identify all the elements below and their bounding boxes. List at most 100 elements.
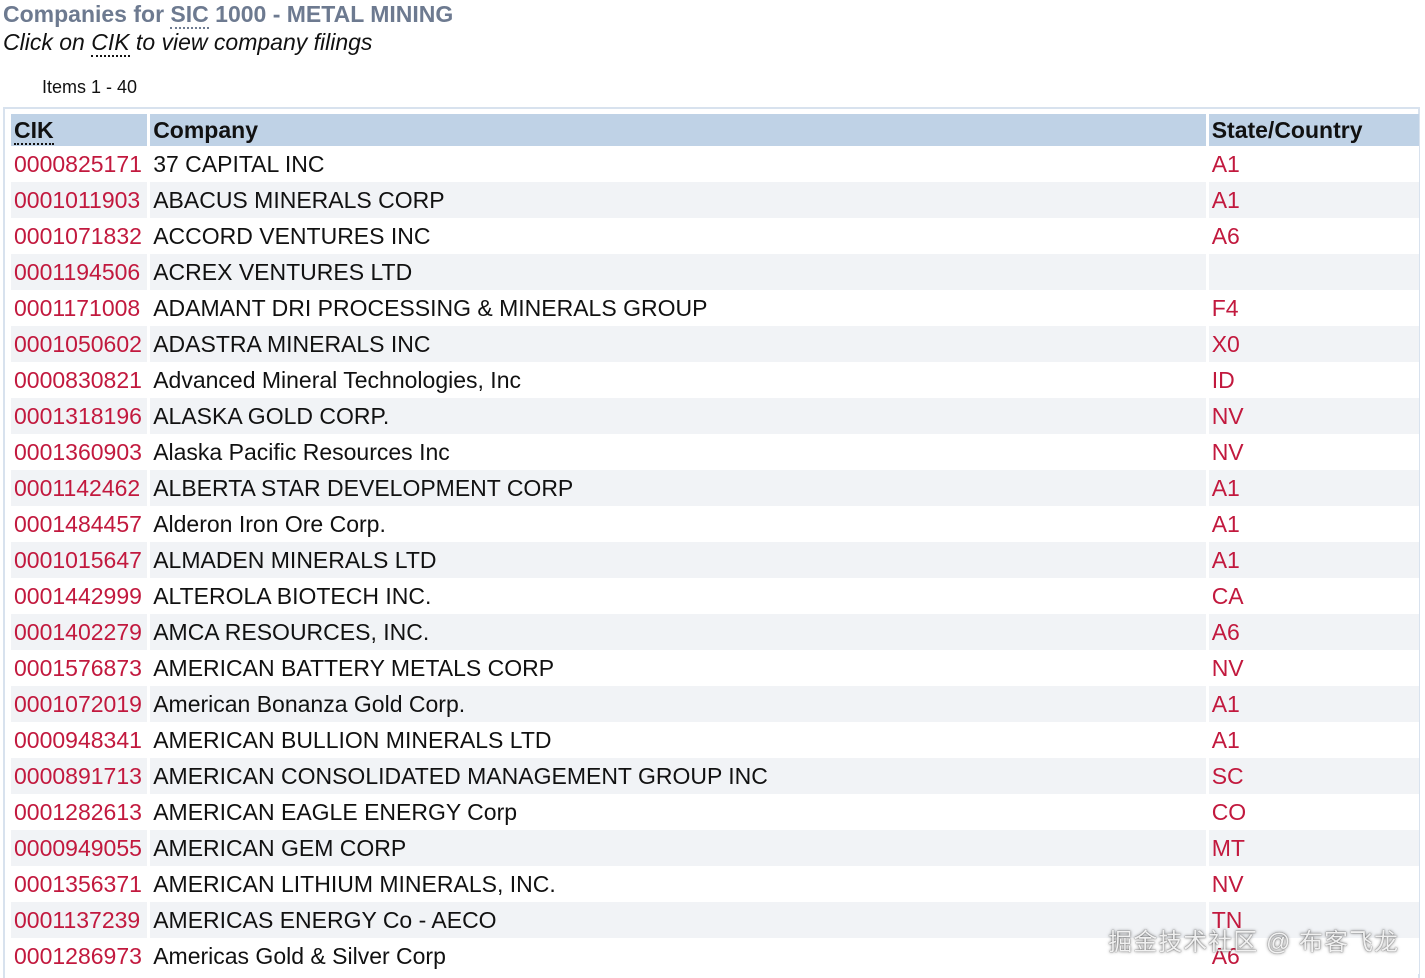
- table-row: 0001071832 ACCORD VENTURES INC A6: [11, 218, 1419, 254]
- cik-cell: 0001484457: [11, 506, 148, 542]
- cik-link[interactable]: 0001050602: [14, 331, 142, 357]
- cik-link[interactable]: 0001576873: [14, 655, 142, 681]
- watermark: 掘金技术社区 @ 布客飞龙: [1108, 929, 1399, 956]
- cik-cell: 0001137239: [11, 902, 148, 938]
- cik-abbreviation[interactable]: CIK: [91, 29, 130, 57]
- cik-header-abbreviation[interactable]: CIK: [14, 116, 54, 145]
- state-country-cell: NV: [1208, 650, 1419, 686]
- state-country-link[interactable]: NV: [1212, 871, 1244, 897]
- state-country-link[interactable]: A1: [1212, 547, 1240, 573]
- table-row: 0001402279 AMCA RESOURCES, INC. A6: [11, 614, 1419, 650]
- cik-link[interactable]: 0001282613: [14, 799, 142, 825]
- table-row: 0001194506 ACREX VENTURES LTD: [11, 254, 1419, 290]
- cik-link[interactable]: 0000949055: [14, 835, 142, 861]
- cik-cell: 0001050602: [11, 326, 148, 362]
- instructions-suffix: to view company filings: [129, 29, 373, 55]
- cik-link[interactable]: 0001171008: [14, 295, 140, 321]
- cik-cell: 0000949055: [11, 830, 148, 866]
- cik-link[interactable]: 0001286973: [14, 943, 142, 969]
- state-country-link[interactable]: NV: [1212, 439, 1244, 465]
- company-name: 37 CAPITAL INC: [150, 146, 1206, 182]
- cik-link[interactable]: 0001072019: [14, 691, 142, 717]
- cik-cell: 0001171008: [11, 290, 148, 326]
- state-country-link[interactable]: A6: [1212, 223, 1240, 249]
- state-country-link[interactable]: NV: [1212, 403, 1244, 429]
- companies-table-container: CIK Company State/Country 0000825171 37 C…: [3, 107, 1420, 978]
- company-name: AMERICAN CONSOLIDATED MANAGEMENT GROUP I…: [150, 758, 1206, 794]
- column-header-state-country: State/Country: [1208, 114, 1419, 146]
- company-name: ALMADEN MINERALS LTD: [150, 542, 1206, 578]
- column-header-cik[interactable]: CIK: [11, 114, 148, 146]
- cik-cell: 0000825171: [11, 146, 148, 182]
- cik-cell: 0000891713: [11, 758, 148, 794]
- items-count: Items 1 - 40: [42, 77, 138, 97]
- company-name: AMERICAN GEM CORP: [150, 830, 1206, 866]
- state-country-link[interactable]: A1: [1212, 511, 1240, 537]
- table-row: 0001356371 AMERICAN LITHIUM MINERALS, INC…: [11, 866, 1419, 902]
- table-row: 0001050602 ADASTRA MINERALS INC X0: [11, 326, 1419, 362]
- company-name: Americas Gold & Silver Corp: [150, 938, 1206, 974]
- state-country-cell: CO: [1208, 794, 1419, 830]
- table-row: 0000891713 AMERICAN CONSOLIDATED MANAGEME…: [11, 758, 1419, 794]
- cik-cell: 0001072019: [11, 686, 148, 722]
- company-name: ADASTRA MINERALS INC: [150, 326, 1206, 362]
- cik-link[interactable]: 0001071832: [14, 223, 142, 249]
- sic-abbreviation[interactable]: SIC: [170, 1, 209, 29]
- cik-link[interactable]: 0000891713: [14, 763, 142, 789]
- cik-link[interactable]: 0001142462: [14, 475, 140, 501]
- table-row: 0001072019 American Bonanza Gold Corp. A1: [11, 686, 1419, 722]
- cik-link[interactable]: 0001402279: [14, 619, 142, 645]
- state-country-link[interactable]: X0: [1212, 331, 1240, 357]
- table-header-row: CIK Company State/Country: [11, 114, 1419, 146]
- state-country-cell: A1: [1208, 146, 1419, 182]
- state-country-cell: NV: [1208, 398, 1419, 434]
- cik-cell: 0001286973: [11, 938, 148, 974]
- state-country-link[interactable]: A1: [1212, 475, 1240, 501]
- table-row: 0001318196 ALASKA GOLD CORP. NV: [11, 398, 1419, 434]
- title-prefix: Companies for: [3, 1, 171, 27]
- state-country-link[interactable]: NV: [1212, 655, 1244, 681]
- state-country-link[interactable]: F4: [1212, 295, 1239, 321]
- company-name: AMERICAN EAGLE ENERGY Corp: [150, 794, 1206, 830]
- cik-link[interactable]: 0001137239: [14, 907, 140, 933]
- state-country-link[interactable]: MT: [1212, 835, 1245, 861]
- company-name: ALBERTA STAR DEVELOPMENT CORP: [150, 470, 1206, 506]
- company-name: AMCA RESOURCES, INC.: [150, 614, 1206, 650]
- page-title: Companies for SIC 1000 - METAL MINING: [3, 0, 453, 29]
- cik-link[interactable]: 0001015647: [14, 547, 142, 573]
- cik-link[interactable]: 0001484457: [14, 511, 142, 537]
- cik-link[interactable]: 0001011903: [14, 187, 140, 213]
- state-country-cell: A6: [1208, 218, 1419, 254]
- cik-link[interactable]: 0001194506: [14, 259, 140, 285]
- cik-link[interactable]: 0001356371: [14, 871, 142, 897]
- cik-link[interactable]: 0001318196: [14, 403, 142, 429]
- state-country-link[interactable]: SC: [1212, 763, 1244, 789]
- company-name: AMERICAS ENERGY Co - AECO: [150, 902, 1206, 938]
- column-header-company: Company: [150, 114, 1206, 146]
- company-name: Alaska Pacific Resources Inc: [150, 434, 1206, 470]
- company-name: AMERICAN BATTERY METALS CORP: [150, 650, 1206, 686]
- state-country-cell: A1: [1208, 542, 1419, 578]
- state-country-link[interactable]: ID: [1212, 367, 1235, 393]
- state-country-link[interactable]: A6: [1212, 619, 1240, 645]
- cik-cell: 0000830821: [11, 362, 148, 398]
- state-country-link[interactable]: CO: [1212, 799, 1247, 825]
- table-row: 0000825171 37 CAPITAL INC A1: [11, 146, 1419, 182]
- cik-link[interactable]: 0001360903: [14, 439, 142, 465]
- state-country-cell: [1208, 254, 1419, 290]
- state-country-link[interactable]: A1: [1212, 691, 1240, 717]
- state-country-link[interactable]: CA: [1212, 583, 1244, 609]
- state-country-link[interactable]: A1: [1212, 151, 1240, 177]
- state-country-cell: CA: [1208, 578, 1419, 614]
- cik-cell: 0001015647: [11, 542, 148, 578]
- cik-cell: 0001442999: [11, 578, 148, 614]
- page: Companies for SIC 1000 - METAL MINING Cl…: [0, 0, 1425, 978]
- cik-link[interactable]: 0000830821: [14, 367, 142, 393]
- cik-link[interactable]: 0001442999: [14, 583, 142, 609]
- cik-link[interactable]: 0000825171: [14, 151, 142, 177]
- state-country-link[interactable]: A1: [1212, 187, 1240, 213]
- company-name: Advanced Mineral Technologies, Inc: [150, 362, 1206, 398]
- cik-link[interactable]: 0000948341: [14, 727, 142, 753]
- company-name: ACCORD VENTURES INC: [150, 218, 1206, 254]
- state-country-link[interactable]: A1: [1212, 727, 1240, 753]
